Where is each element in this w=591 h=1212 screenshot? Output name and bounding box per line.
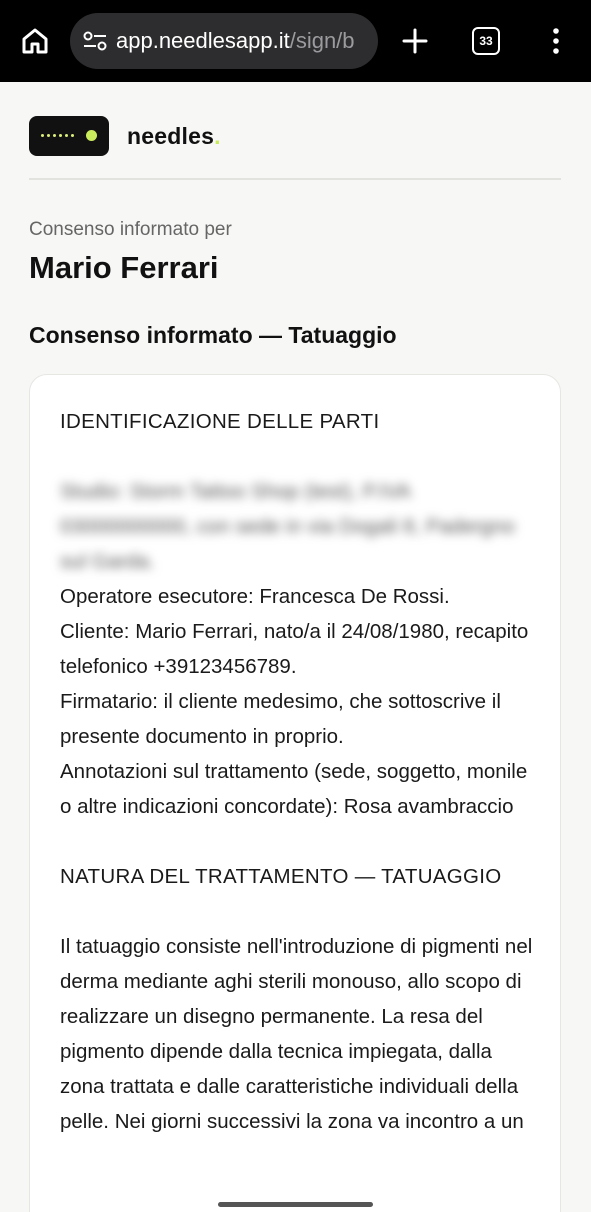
logo-accent-dot — [86, 130, 97, 141]
consent-kicker: Consenso informato per — [29, 219, 232, 240]
header-divider — [29, 178, 561, 180]
url-path: /sign/b — [289, 28, 355, 53]
client-line: Cliente: Mario Ferrari, nato/a il 24/08/… — [60, 620, 529, 678]
address-bar[interactable]: app.needlesapp.it/sign/b — [70, 13, 378, 69]
section-nature-body: Il tatuaggio consiste nell'introduzione … — [60, 935, 533, 1133]
operator-line: Operatore esecutore: Francesca De Rossi. — [60, 585, 450, 608]
section-title-parties: IDENTIFICAZIONE DELLE PARTI — [60, 410, 380, 433]
logo-dots — [41, 134, 74, 137]
client-name: Mario Ferrari — [29, 250, 219, 285]
gesture-bar[interactable] — [218, 1202, 373, 1207]
brand-header: needles. — [29, 116, 221, 156]
brand-name: needles. — [127, 122, 221, 149]
url-text: app.needlesapp.it/sign/b — [116, 28, 355, 54]
tab-switcher-icon[interactable]: 33 — [472, 27, 500, 55]
more-vert-icon[interactable] — [546, 26, 566, 56]
document-card: IDENTIFICAZIONE DELLE PARTI Studio: Stor… — [29, 374, 561, 1212]
document-title: Consenso informato — Tatuaggio — [29, 322, 397, 348]
document-body: IDENTIFICAZIONE DELLE PARTI Studio: Stor… — [60, 404, 540, 1139]
home-icon[interactable] — [20, 26, 50, 56]
treatment-notes: Annotazioni sul trattamento (sede, sogge… — [60, 760, 528, 818]
plus-icon[interactable] — [400, 26, 430, 56]
brand-logo — [29, 116, 109, 156]
browser-toolbar: app.needlesapp.it/sign/b 33 — [0, 0, 591, 82]
tune-icon[interactable] — [82, 30, 108, 52]
signer-line: Firmatario: il cliente medesimo, che sot… — [60, 690, 501, 748]
url-host: app.needlesapp.it — [116, 28, 290, 53]
section-title-nature: NATURA DEL TRATTAMENTO — TATUAGGIO — [60, 865, 502, 888]
studio-info-redacted: Studio: Storm Tattoo Shop (test), P.IVA … — [60, 480, 515, 573]
